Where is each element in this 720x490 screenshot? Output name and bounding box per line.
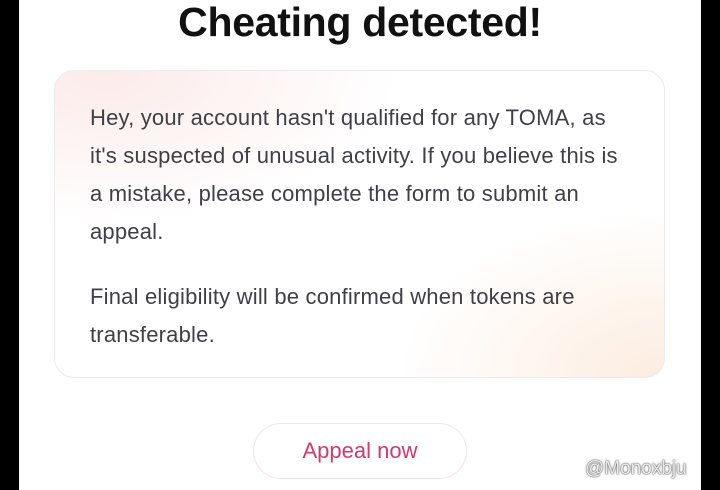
appeal-now-button[interactable]: Appeal now — [253, 423, 467, 479]
dialog-title: Cheating detected! — [178, 0, 542, 45]
message-card: Hey, your account hasn't qualified for a… — [54, 70, 665, 378]
dialog-screen: Cheating detected! Hey, your account has… — [19, 0, 701, 490]
watermark-text: @Monoxbju — [585, 458, 687, 479]
message-paragraph-1: Hey, your account hasn't qualified for a… — [90, 105, 618, 244]
message-paragraph-2: Final eligibility will be confirmed when… — [90, 284, 575, 347]
diamond-logo-icon — [551, 459, 579, 479]
watermark: @Monoxbju — [551, 455, 687, 483]
